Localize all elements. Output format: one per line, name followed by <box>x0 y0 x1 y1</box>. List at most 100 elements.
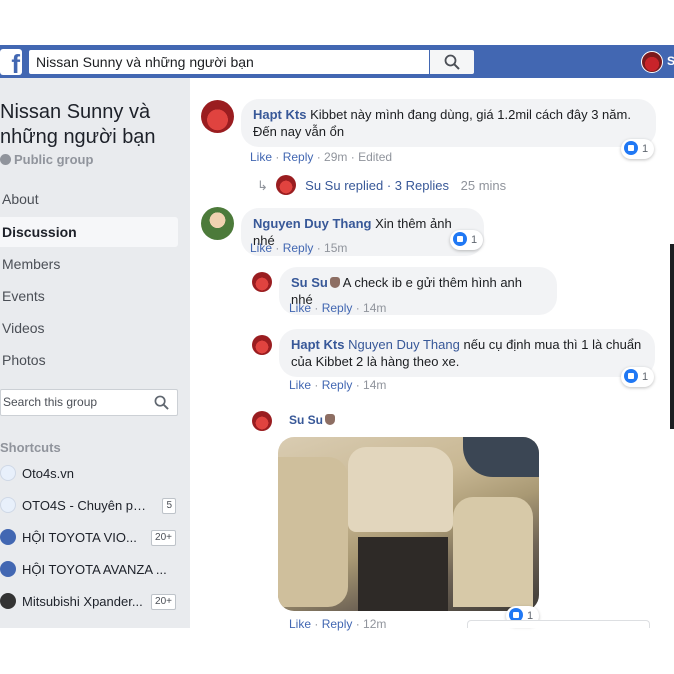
comment-actions: Like · Reply · 15m <box>250 241 348 255</box>
reply-button[interactable]: Reply <box>322 301 353 315</box>
search-input[interactable]: Nissan Sunny và những người bạn <box>29 50 429 74</box>
photo-arm <box>463 437 539 477</box>
photo-seat-left <box>278 457 348 607</box>
notification-badge: 5 <box>162 498 176 514</box>
shortcut-item[interactable]: OTO4S - Chuyên ph... 5 <box>0 495 180 517</box>
avatar[interactable] <box>252 272 272 292</box>
nav-videos[interactable]: Videos <box>0 313 178 343</box>
comment-time[interactable]: 29m <box>324 150 347 164</box>
like-button[interactable]: Like <box>289 301 311 315</box>
user-name-initial[interactable]: S <box>667 54 674 68</box>
shortcut-label: Mitsubishi Xpander... <box>22 594 143 609</box>
reply-button[interactable]: Reply <box>322 617 353 631</box>
replied-time: 25 mins <box>460 178 507 193</box>
like-icon <box>624 369 638 383</box>
privacy-label: Public group <box>14 152 94 167</box>
comment-author[interactable]: Nguyen Duy Thang <box>253 216 371 231</box>
reply-time[interactable]: 14m <box>363 301 386 315</box>
like-button[interactable]: Like <box>289 378 311 392</box>
reply-author[interactable]: Su Su <box>291 275 328 290</box>
nav-about[interactable]: About <box>0 184 178 214</box>
group-search-input[interactable]: Search this group <box>0 389 178 416</box>
reaction-number: 1 <box>642 143 649 155</box>
reply-header: Su Su <box>289 413 336 427</box>
shortcut-label: OTO4S - Chuyên ph... <box>22 498 147 513</box>
avatar[interactable] <box>201 207 234 240</box>
group-icon <box>0 593 16 609</box>
shortcut-item[interactable]: Oto4s.vn <box>0 463 180 485</box>
notification-badge: 20+ <box>151 594 176 610</box>
scrollbar[interactable] <box>670 244 674 429</box>
replies-count: 3 Replies <box>394 178 449 193</box>
photo-armrest <box>348 447 453 532</box>
reply-button[interactable]: Reply <box>283 150 314 164</box>
edited-label[interactable]: Edited <box>358 150 392 164</box>
facebook-logo-icon[interactable]: f <box>0 49 22 75</box>
globe-icon <box>0 154 11 165</box>
shortcut-label: HỘI TOYOTA AVANZA ... <box>22 562 167 577</box>
shortcuts-heading: Shortcuts <box>0 440 61 455</box>
attached-photo[interactable] <box>278 437 539 611</box>
group-title[interactable]: Nissan Sunny và những người bạn <box>0 100 185 150</box>
like-icon <box>624 141 638 155</box>
avatar[interactable] <box>201 100 234 133</box>
group-privacy: Public group <box>0 152 93 167</box>
reply-actions: Like · Reply · 14m <box>289 378 387 392</box>
reply-author[interactable]: Hapt Kts <box>291 337 344 352</box>
like-icon <box>453 232 467 246</box>
nav-members[interactable]: Members <box>0 249 178 279</box>
comment-bubble: Hapt Kts Kibbet này mình đang dùng, giá … <box>241 99 656 147</box>
user-avatar[interactable] <box>641 51 663 73</box>
group-icon <box>0 465 16 481</box>
reply-actions: Like · Reply · 12m <box>289 617 387 631</box>
like-button[interactable]: Like <box>289 617 311 631</box>
replier-name: Su Su <box>305 178 341 193</box>
reaction-count[interactable]: 1 <box>450 230 484 250</box>
avatar[interactable] <box>252 411 272 431</box>
search-icon[interactable] <box>154 395 169 410</box>
shortcut-item[interactable]: HỘI TOYOTA AVANZA ... <box>0 559 180 581</box>
comment-text: Kibbet này mình đang dùng, giá 1.2mil cá… <box>253 107 631 139</box>
replied-label: replied <box>344 178 384 193</box>
nav-discussion[interactable]: Discussion <box>0 217 178 247</box>
group-icon <box>0 497 16 513</box>
chat-tab[interactable] <box>467 620 650 628</box>
mention-link[interactable]: Nguyen Duy Thang <box>348 337 460 352</box>
reply-author[interactable]: Su Su <box>289 413 323 427</box>
comment-actions: Like · Reply · 29m · Edited <box>250 150 393 164</box>
reply-actions: Like · Reply · 14m <box>289 301 387 315</box>
photo-console <box>358 537 448 611</box>
like-button[interactable]: Like <box>250 150 272 164</box>
reaction-count[interactable]: 1 <box>621 139 655 159</box>
reply-button[interactable]: Reply <box>322 378 353 392</box>
replies-summary[interactable]: ↳ Su Su replied · 3 Replies 25 mins <box>257 175 506 195</box>
group-icon <box>0 529 16 545</box>
search-icon <box>444 54 460 70</box>
reaction-number: 1 <box>642 371 649 383</box>
shortcut-label: HỘI TOYOTA VIO... <box>22 530 137 545</box>
avatar <box>275 175 296 195</box>
notification-badge: 20+ <box>151 530 176 546</box>
reply-time[interactable]: 14m <box>363 378 386 392</box>
avatar[interactable] <box>252 335 272 355</box>
nav-photos[interactable]: Photos <box>0 345 178 375</box>
reply-time[interactable]: 12m <box>363 617 386 631</box>
wave-hand-icon <box>329 277 340 288</box>
reaction-count[interactable]: 1 <box>621 367 655 387</box>
comment-author[interactable]: Hapt Kts <box>253 107 306 122</box>
comment-time[interactable]: 15m <box>324 241 347 255</box>
reply-arrow-icon: ↳ <box>257 178 268 193</box>
nav-events[interactable]: Events <box>0 281 178 311</box>
search-button[interactable] <box>430 50 474 74</box>
left-sidebar: Nissan Sunny và những người bạn Public g… <box>0 78 190 628</box>
reply-bubble: Hapt Kts Nguyen Duy Thang nếu cụ định mu… <box>279 329 655 377</box>
group-search-placeholder: Search this group <box>3 395 98 409</box>
top-bar: f Nissan Sunny và những người bạn S <box>0 45 674 78</box>
reply-button[interactable]: Reply <box>283 241 314 255</box>
shortcut-label: Oto4s.vn <box>22 466 75 481</box>
photo-seat-right <box>453 497 533 607</box>
like-button[interactable]: Like <box>250 241 272 255</box>
group-icon <box>0 561 16 577</box>
shortcut-item[interactable]: Mitsubishi Xpander... 20+ <box>0 591 180 613</box>
shortcut-item[interactable]: HỘI TOYOTA VIO... 20+ <box>0 527 180 549</box>
